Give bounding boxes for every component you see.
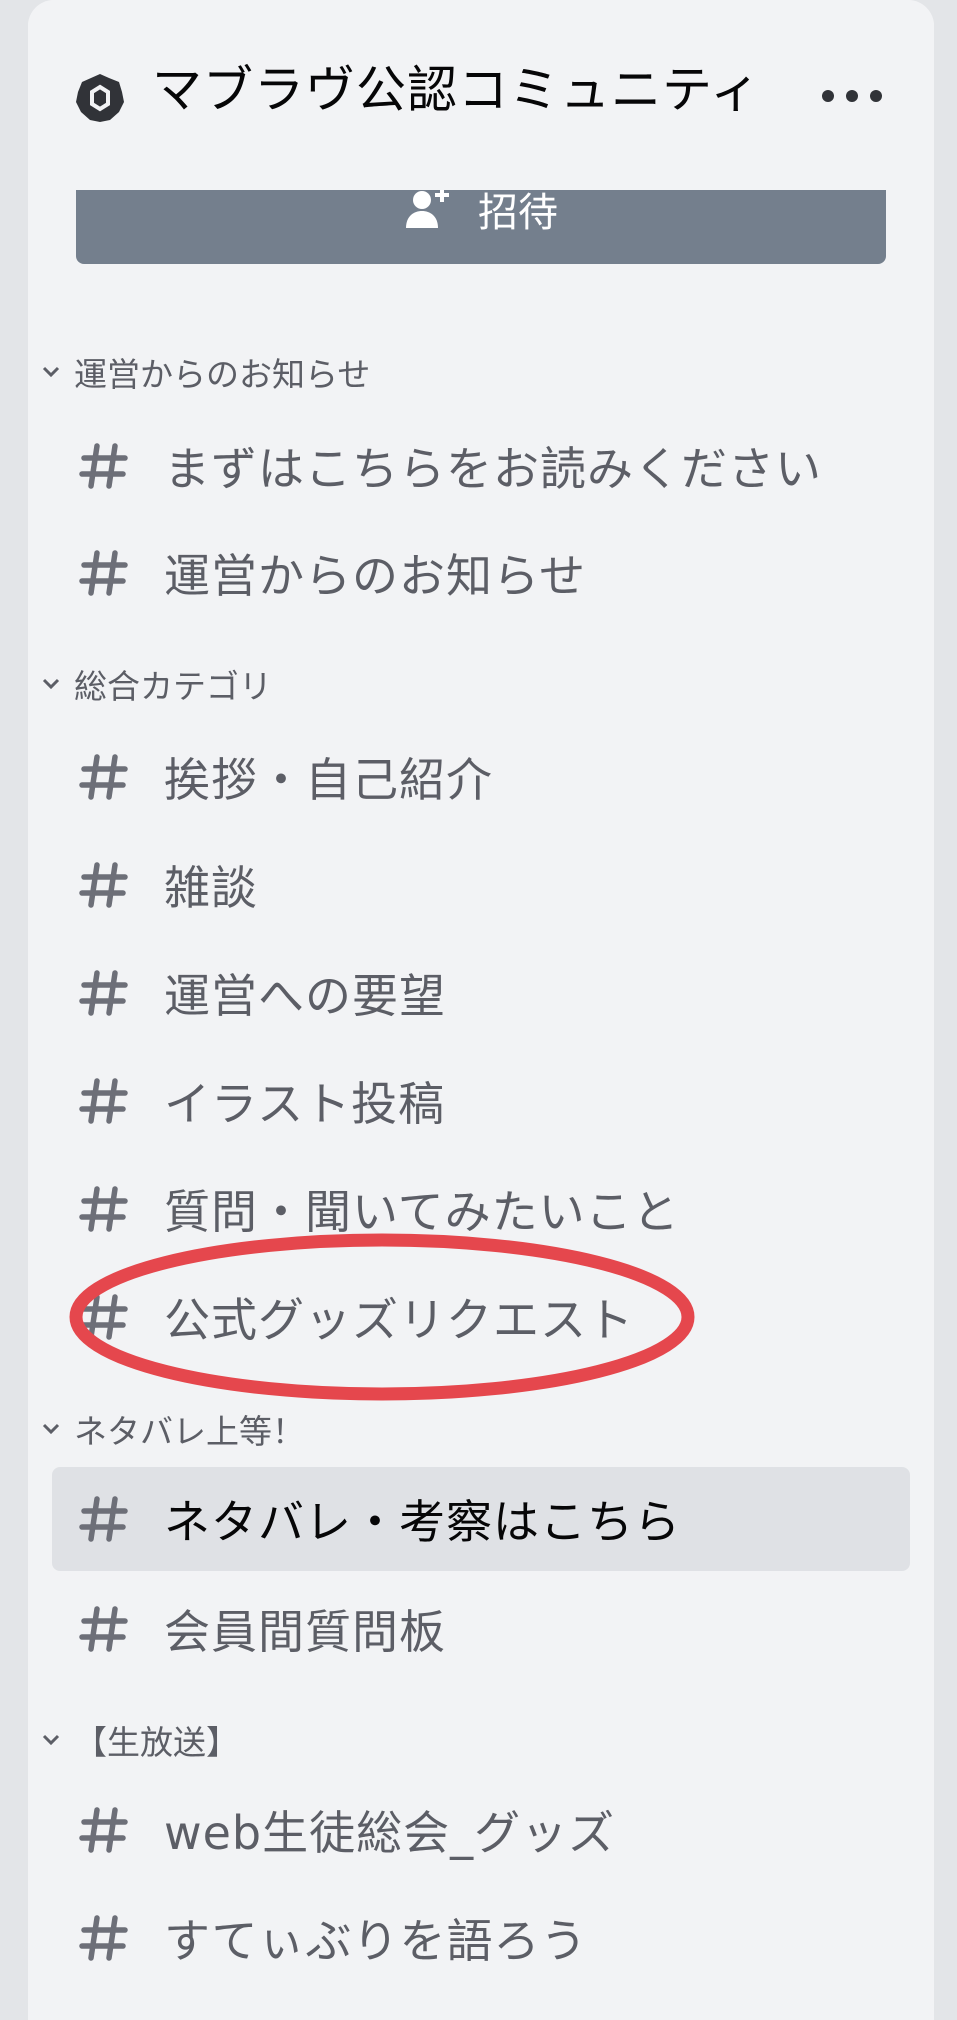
- server-header[interactable]: マブラヴ公認コミュニティ: [28, 0, 934, 190]
- hash-icon: [79, 1294, 128, 1340]
- category-header[interactable]: 運営からのお知らせ: [40, 352, 370, 394]
- hash-icon: [79, 1606, 128, 1652]
- hash-icon: [79, 443, 128, 489]
- channel-item[interactable]: イラスト投稿: [52, 1049, 910, 1153]
- channel-item[interactable]: 会員間質問板: [52, 1577, 910, 1681]
- channel-name: 公式グッズリクエスト: [164, 1293, 634, 1347]
- chevron-down-icon: [42, 1423, 60, 1435]
- channel-name: すてぃぶりを語ろう: [164, 1914, 588, 1968]
- category-name: ネタバレ上等！: [74, 1412, 305, 1451]
- hash-icon: [79, 754, 128, 800]
- channel-item-selected[interactable]: ネタバレ・考察はこちら: [52, 1467, 910, 1571]
- channel-item[interactable]: 質問・聞いてみたいこと: [52, 1157, 910, 1261]
- channel-item[interactable]: 雑談: [52, 833, 910, 937]
- channel-item[interactable]: 運営への要望: [52, 941, 910, 1045]
- channel-name: 雑談: [164, 861, 258, 915]
- hash-icon: [79, 1078, 128, 1124]
- hash-icon: [79, 1807, 128, 1853]
- channel-item[interactable]: web生徒総会_グッズ: [52, 1778, 910, 1882]
- channel-name: まずはこちらをお読みください: [164, 442, 822, 496]
- server-name: マブラヴ公認コミュニティ: [152, 61, 761, 119]
- channel-name: 会員間質問板: [164, 1605, 446, 1659]
- channel-name: 運営への要望: [164, 969, 446, 1023]
- channel-item[interactable]: 運営からのお知らせ: [52, 521, 910, 625]
- chevron-down-icon: [42, 678, 60, 690]
- category-header[interactable]: ネタバレ上等！: [40, 1409, 305, 1451]
- category-name: 運営からのお知らせ: [74, 355, 371, 394]
- channel-name: web生徒総会_グッズ: [164, 1806, 616, 1860]
- channel-name: ネタバレ・考察はこちら: [164, 1495, 681, 1549]
- category-name: 【生放送】: [74, 1723, 239, 1762]
- channel-name: 挨拶・自己紹介: [164, 753, 493, 807]
- hash-icon: [79, 550, 128, 596]
- channel-item-highlighted[interactable]: 公式グッズリクエスト: [52, 1265, 910, 1369]
- hash-icon: [79, 970, 128, 1016]
- channel-name: イラスト投稿: [164, 1077, 446, 1131]
- channel-name: 運営からのお知らせ: [164, 549, 587, 603]
- hash-icon: [79, 1496, 128, 1542]
- add-user-icon: [406, 188, 449, 228]
- chevron-down-icon: [42, 366, 60, 378]
- chevron-down-icon: [42, 1734, 60, 1746]
- category-header[interactable]: 総合カテゴリ: [40, 664, 272, 706]
- channel-item[interactable]: 挨拶・自己紹介: [52, 725, 910, 829]
- channel-item[interactable]: まずはこちらをお読みください: [52, 414, 910, 518]
- category-name: 総合カテゴリ: [74, 667, 272, 706]
- hash-icon: [79, 1915, 128, 1961]
- more-options-icon[interactable]: [822, 82, 882, 110]
- channel-item[interactable]: すてぃぶりを語ろう: [52, 1886, 910, 1990]
- server-icon: [76, 74, 124, 122]
- category-header[interactable]: 【生放送】: [40, 1720, 239, 1762]
- channel-sidebar: マブラヴ公認コミュニティ 招待 運営からのお知らせ まずはこちらをお読みください…: [28, 0, 934, 2020]
- channel-name: 質問・聞いてみたいこと: [164, 1185, 680, 1239]
- hash-icon: [79, 1186, 128, 1232]
- hash-icon: [79, 862, 128, 908]
